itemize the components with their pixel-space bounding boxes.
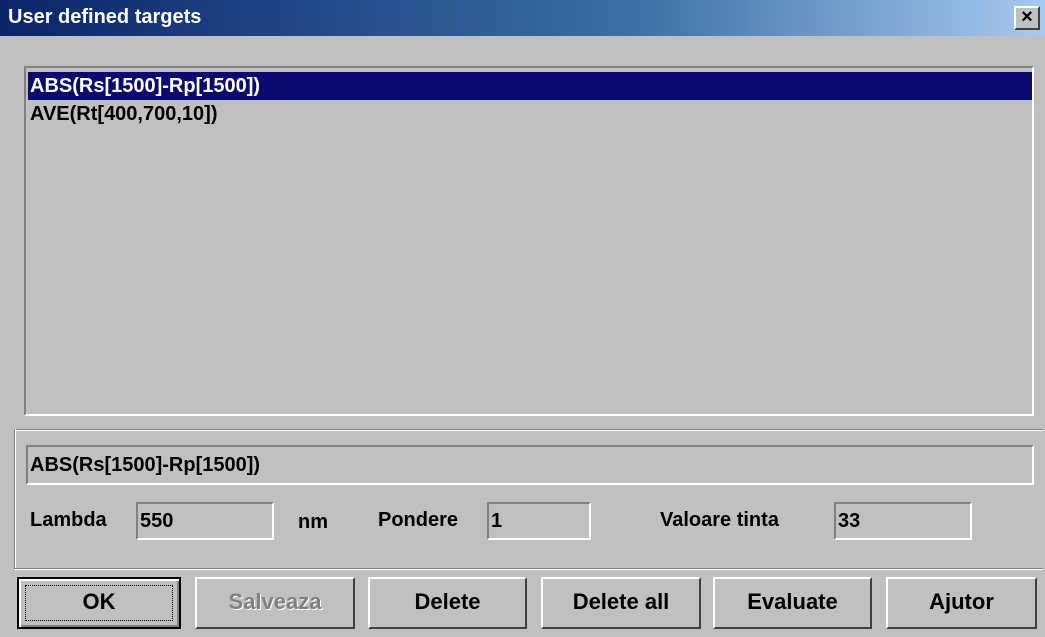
separator-left	[14, 429, 16, 571]
lambda-label: Lambda	[30, 509, 107, 531]
lambda-value: 550	[140, 510, 174, 532]
pondere-input[interactable]: 1	[487, 502, 591, 540]
targets-listbox[interactable]: ABS(Rs[1500]-Rp[1500]) AVE(Rt[400,700,10…	[24, 66, 1034, 416]
valoare-tinta-label: Valoare tinta	[660, 509, 779, 531]
expression-value: ABS(Rs[1500]-Rp[1500])	[30, 454, 261, 476]
separator-bottom	[14, 568, 1043, 570]
ok-button[interactable]: OK	[17, 577, 181, 629]
user-defined-targets-dialog: User defined targets × ABS(Rs[1500]-Rp[1…	[0, 0, 1045, 637]
pondere-value: 1	[491, 510, 503, 532]
close-button[interactable]: ×	[1014, 6, 1040, 30]
delete-button-label: Delete	[414, 589, 481, 614]
valoare-tinta-value: 33	[838, 510, 861, 532]
list-item-label: ABS(Rs[1500]-Rp[1500])	[30, 75, 261, 97]
focus-rectangle	[25, 585, 173, 621]
evaluate-button[interactable]: Evaluate	[713, 577, 872, 629]
lambda-unit: nm	[298, 511, 328, 533]
delete-button[interactable]: Delete	[368, 577, 527, 629]
list-item-label: AVE(Rt[400,700,10])	[30, 103, 218, 125]
close-icon: ×	[1021, 6, 1033, 28]
valoare-tinta-input[interactable]: 33	[834, 502, 972, 540]
salveaza-button-label: Salveaza	[228, 589, 322, 614]
title-bar[interactable]: User defined targets ×	[0, 0, 1045, 36]
salveaza-button[interactable]: Salveaza	[195, 577, 355, 629]
ajutor-button[interactable]: Ajutor	[886, 577, 1037, 629]
separator-top	[14, 429, 1043, 431]
delete-all-button[interactable]: Delete all	[541, 577, 701, 629]
list-item[interactable]: ABS(Rs[1500]-Rp[1500])	[28, 72, 1032, 100]
lambda-input[interactable]: 550	[136, 502, 274, 540]
expression-input[interactable]: ABS(Rs[1500]-Rp[1500])	[26, 445, 1034, 485]
delete-all-button-label: Delete all	[572, 589, 670, 614]
pondere-label: Pondere	[378, 509, 459, 531]
ajutor-button-label: Ajutor	[929, 589, 994, 614]
list-item[interactable]: AVE(Rt[400,700,10])	[28, 100, 1032, 128]
window-title: User defined targets	[8, 6, 202, 28]
evaluate-button-label: Evaluate	[747, 589, 838, 614]
